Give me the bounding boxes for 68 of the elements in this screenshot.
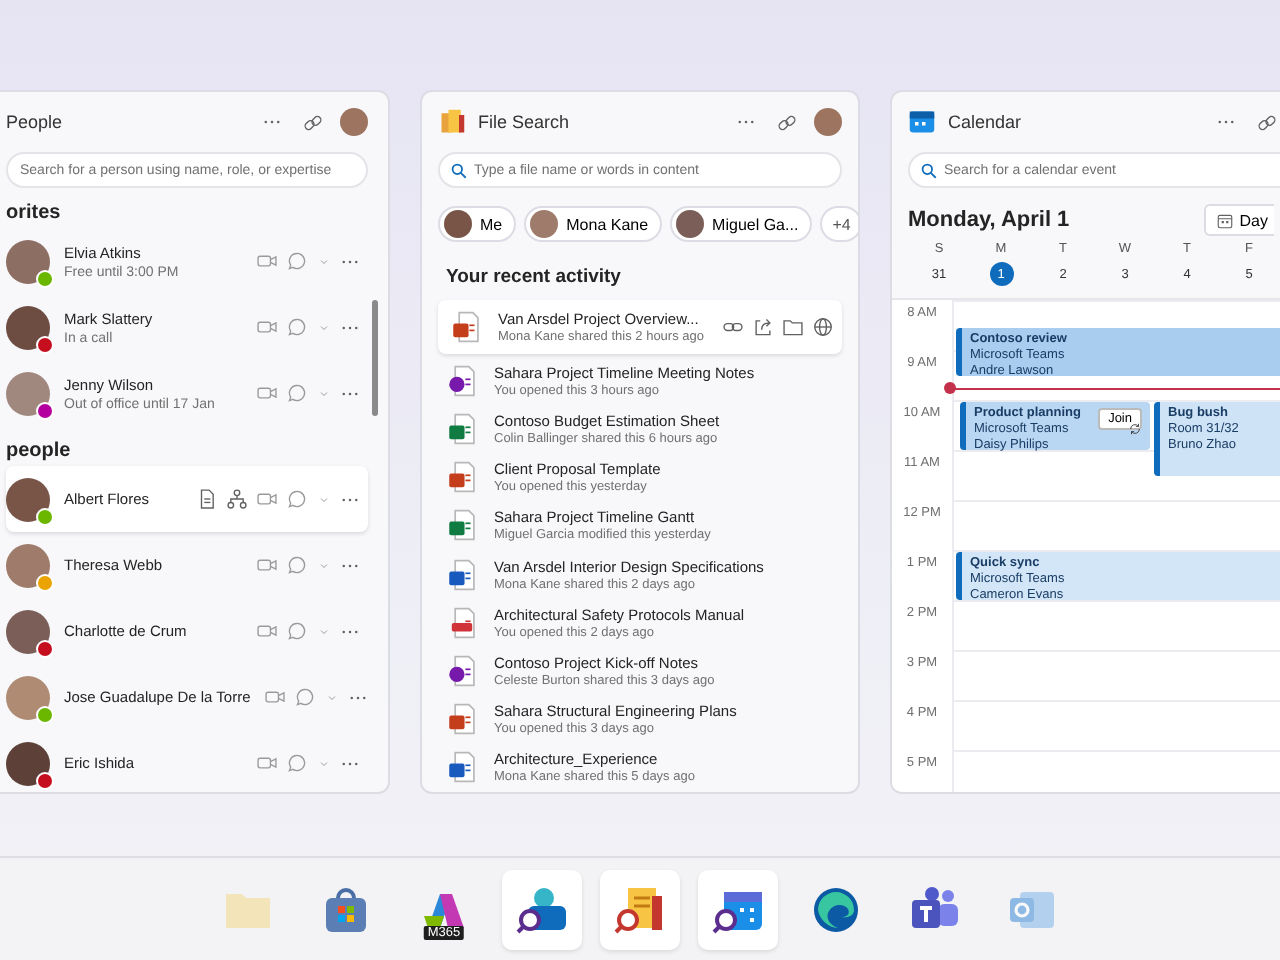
view-button[interactable]: Day — [1203, 204, 1274, 236]
sync-icon — [1128, 422, 1142, 436]
people-logo-icon — [908, 886, 960, 934]
chain-link-icon — [1256, 111, 1278, 133]
filter-chip[interactable]: Me — [438, 206, 517, 242]
chat-bubble-icon — [286, 554, 308, 576]
pdf-file-icon — [446, 605, 478, 640]
search-icon — [920, 161, 938, 179]
section-heading: orites — [6, 202, 63, 224]
calendar-app-icon — [908, 108, 936, 136]
document-icon — [196, 488, 218, 510]
filter-chip[interactable]: +4 — [820, 206, 858, 242]
avatar — [444, 210, 472, 238]
document-search-icon — [614, 884, 666, 936]
calendar-icon — [1215, 211, 1234, 229]
panel-title: People — [6, 112, 65, 132]
filter-chip[interactable]: Mona Kane — [524, 206, 663, 242]
video-camera-icon — [264, 686, 287, 708]
panel-title: Calendar — [948, 112, 1024, 132]
excel-file-icon — [446, 411, 478, 446]
video-camera-icon — [256, 752, 278, 774]
avatar[interactable] — [340, 108, 368, 136]
video-camera-icon — [256, 488, 278, 510]
avatar[interactable] — [814, 108, 842, 136]
video-camera-icon — [256, 554, 278, 576]
documents-app-icon — [438, 108, 466, 136]
chat-bubble-icon — [286, 316, 308, 338]
envelope-logo-icon — [1008, 888, 1056, 932]
chain-link-icon — [302, 111, 324, 133]
shopping-bag-icon — [322, 886, 370, 934]
wave-logo-icon — [812, 886, 860, 934]
section-heading: people — [6, 440, 73, 462]
search-icon — [450, 161, 468, 179]
chain-link-icon — [776, 111, 798, 133]
video-camera-icon — [256, 620, 278, 642]
chat-bubble-icon — [286, 250, 308, 272]
org-chart-icon — [226, 488, 248, 510]
powerpoint-file-icon — [446, 702, 478, 737]
scrollbar[interactable] — [372, 300, 378, 416]
video-camera-icon — [256, 250, 278, 272]
chat-bubble-icon — [286, 620, 308, 642]
share-icon — [752, 316, 774, 339]
chat-bubble-icon — [286, 488, 308, 510]
video-camera-icon — [256, 382, 278, 404]
avatar — [676, 210, 705, 238]
panel-title: File Search — [478, 112, 572, 132]
onenote-file-icon — [446, 653, 478, 688]
filter-chip[interactable]: Miguel Ga... — [670, 206, 813, 242]
excel-file-icon — [446, 508, 478, 543]
onenote-file-icon — [446, 363, 478, 398]
chat-bubble-icon — [294, 686, 317, 708]
avatar — [530, 210, 559, 238]
globe-icon — [812, 316, 834, 339]
folder-icon — [224, 890, 272, 930]
video-camera-icon — [256, 316, 278, 338]
section-heading: Your recent activity — [446, 266, 623, 288]
taskbar-button[interactable] — [698, 870, 778, 950]
date-heading: Monday, April 1 — [908, 208, 1072, 232]
folder-icon — [782, 316, 804, 339]
word-file-icon — [446, 557, 478, 592]
word-file-icon — [446, 750, 478, 785]
chat-bubble-icon — [286, 752, 308, 774]
taskbar-button[interactable] — [600, 870, 680, 950]
person-search-icon — [516, 884, 568, 936]
powerpoint-file-icon — [446, 460, 478, 495]
chat-bubble-icon — [286, 382, 308, 404]
powerpoint-file-icon — [450, 310, 482, 345]
taskbar-button[interactable] — [502, 870, 582, 950]
